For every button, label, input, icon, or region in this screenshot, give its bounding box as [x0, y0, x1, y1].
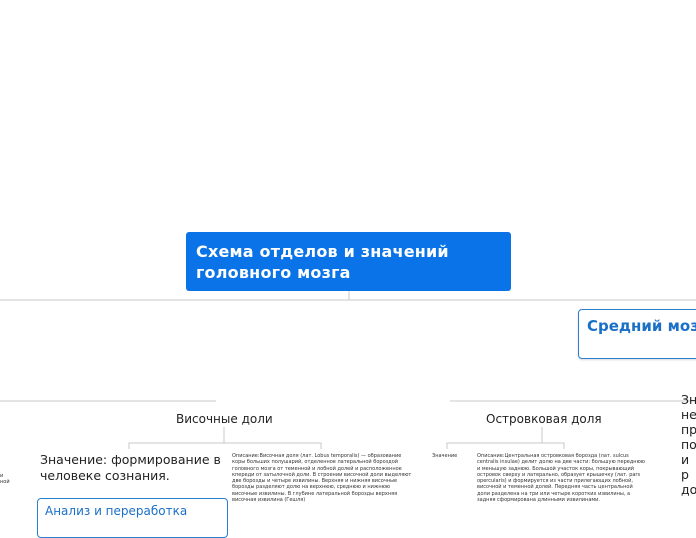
left-partial-node: и ной [0, 473, 10, 486]
insula-children-connector [446, 442, 565, 449]
right-partial-line: до [681, 482, 696, 497]
temporal-topic[interactable]: Височные доли [176, 412, 273, 426]
right-partial-line: Зн [681, 392, 696, 407]
insula-description-text: Описание:Центральная островковая борозда… [477, 453, 645, 504]
insula-title: Островковая доля [486, 412, 602, 426]
right-partial-line: не [681, 407, 696, 422]
temporal-description-node[interactable]: Описание:Височная доля (лат. Lobus tempo… [232, 453, 414, 503]
root-node[interactable]: Схема отделов и значений головного мозга [186, 232, 511, 291]
temporal-analysis-text: Анализ и переработка [45, 504, 188, 518]
insula-value-text: Значение [432, 453, 458, 459]
temporal-children-connector [128, 442, 322, 449]
temporal-value-node[interactable]: Значение: формирование в человеке сознан… [40, 452, 225, 484]
insula-topic[interactable]: Островковая доля [486, 412, 602, 426]
right-partial-line: по [681, 437, 696, 452]
temporal-title: Височные доли [176, 412, 273, 426]
insula-description-node[interactable]: Описание:Центральная островковая борозда… [477, 453, 647, 503]
insula-value-node[interactable]: Значение [432, 453, 457, 459]
temporal-description-text: Описание:Височная доля (лат. Lobus tempo… [232, 453, 412, 504]
temporal-analysis-node[interactable]: Анализ и переработка [37, 498, 228, 538]
midbrain-node[interactable]: Средний мозг [578, 309, 696, 359]
left-partial-line: ной [0, 479, 10, 486]
right-partial-line: пр [681, 422, 696, 437]
root-title: Схема отделов и значений головного мозга [196, 242, 449, 282]
temporal-value-text: Значение: формирование в человеке сознан… [40, 452, 221, 483]
midbrain-title: Средний мозг [587, 317, 696, 335]
right-partial-line: и р [681, 452, 690, 482]
right-partial-node: Зн не пр по и р до [681, 392, 696, 497]
